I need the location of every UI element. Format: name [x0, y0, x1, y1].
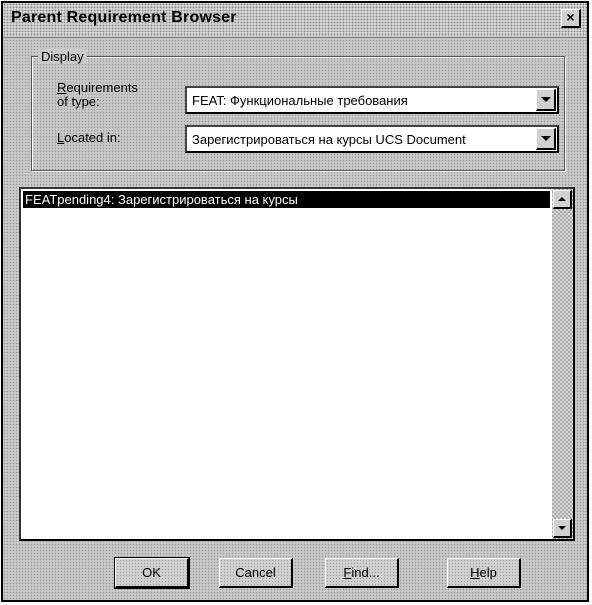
- located-in-select[interactable]: Зарегистрироваться на курсы UCS Document: [185, 125, 559, 153]
- title-bar[interactable]: Parent Requirement Browser ×: [3, 3, 587, 38]
- scroll-down-arrow-icon[interactable]: [553, 519, 572, 538]
- scroll-up-arrow-icon[interactable]: [553, 190, 572, 209]
- located-in-label: Located in:: [57, 131, 121, 145]
- list-item[interactable]: FEATpending4: Зарегистрироваться на курс…: [23, 191, 550, 208]
- help-button[interactable]: Help: [447, 558, 521, 588]
- close-icon: ×: [566, 9, 575, 25]
- display-group-legend: Display: [38, 49, 87, 64]
- help-label: elp: [479, 565, 497, 580]
- requirements-label-line1: equirements: [66, 80, 138, 95]
- help-mnemonic: H: [470, 565, 480, 580]
- ok-button[interactable]: OK: [114, 557, 190, 589]
- chevron-down-icon[interactable]: [536, 89, 556, 111]
- located-in-value: Зарегистрироваться на курсы UCS Document: [192, 132, 466, 147]
- located-label-rest: ocated in:: [64, 130, 121, 145]
- requirements-type-select[interactable]: FEAT: Функциональные требования: [185, 86, 559, 114]
- requirements-listbox[interactable]: FEATpending4: Зарегистрироваться на курс…: [19, 187, 575, 541]
- parent-requirement-browser-dialog: Parent Requirement Browser × Display Req…: [1, 1, 589, 602]
- requirements-of-type-label: Requirements of type:: [57, 81, 138, 109]
- find-button[interactable]: Find...: [325, 558, 399, 588]
- vertical-scrollbar[interactable]: [552, 189, 573, 539]
- close-button[interactable]: ×: [561, 9, 581, 28]
- find-label: ind...: [351, 565, 380, 580]
- chevron-down-icon[interactable]: [536, 128, 556, 150]
- window-title: Parent Requirement Browser: [11, 9, 237, 26]
- cancel-button[interactable]: Cancel: [219, 558, 293, 588]
- requirements-type-value: FEAT: Функциональные требования: [192, 93, 408, 108]
- requirements-label-mnemonic: R: [57, 80, 67, 95]
- requirements-label-line2: of type:: [57, 94, 100, 109]
